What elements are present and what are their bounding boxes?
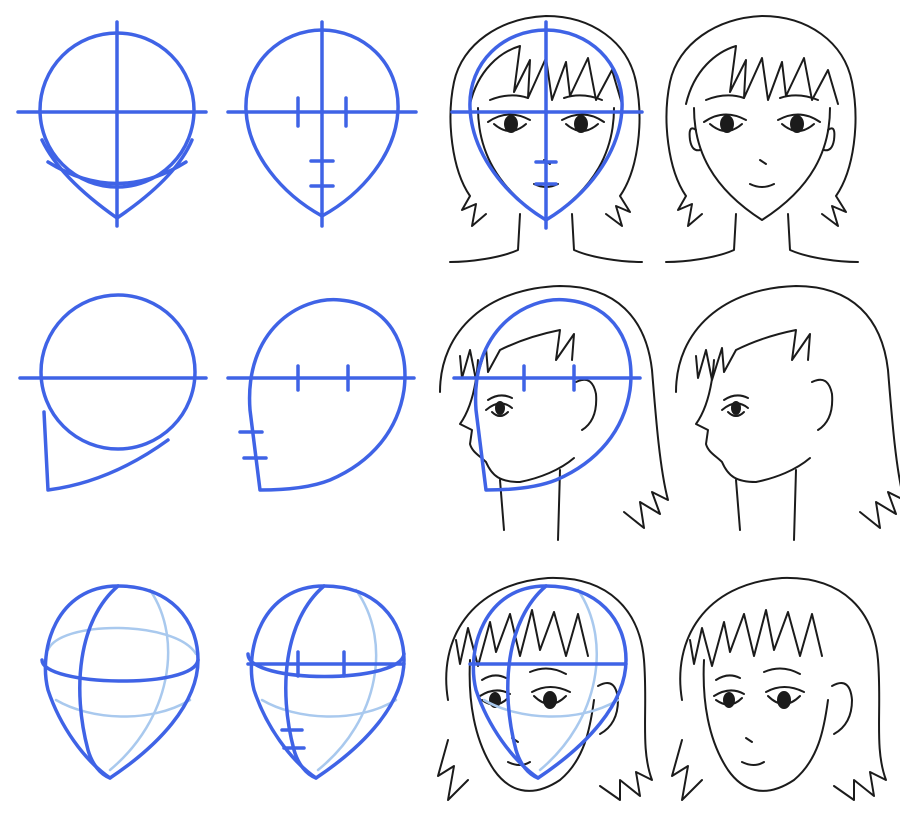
three-quarter-step-4-final-drawing bbox=[671, 576, 887, 801]
three-quarter-step-1-sphere-guide bbox=[40, 584, 200, 780]
three-quarter-step-3-guided-drawing bbox=[437, 576, 653, 801]
front-step-2-head-shape bbox=[226, 20, 418, 228]
tutorial-sheet bbox=[0, 0, 900, 825]
front-step-1-circle-guide bbox=[16, 20, 208, 228]
front-step-3-guided-drawing bbox=[449, 15, 644, 263]
tutorial-canvas bbox=[16, 15, 900, 801]
profile-step-2-head-shape bbox=[226, 297, 416, 492]
profile-step-3-guided-drawing bbox=[439, 285, 669, 541]
front-step-4-final-drawing bbox=[665, 15, 859, 263]
profile-step-1-circle-guide bbox=[18, 293, 208, 492]
three-quarter-step-2-head-shape bbox=[246, 584, 406, 780]
profile-step-4-final-drawing bbox=[675, 285, 900, 541]
